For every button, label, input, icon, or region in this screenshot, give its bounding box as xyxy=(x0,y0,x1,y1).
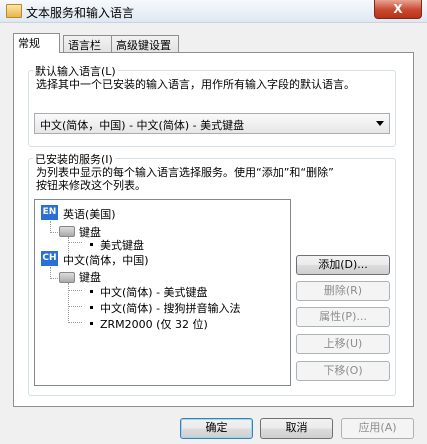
tree-node-ch-item-1[interactable]: 中文(简体) - 美式键盘 xyxy=(100,284,208,300)
apply-button[interactable]: 应用(A) xyxy=(341,418,414,439)
tree-line xyxy=(50,278,58,279)
bullet-icon xyxy=(90,290,93,293)
tree-line xyxy=(68,237,69,253)
tab-language-bar[interactable]: 语言栏 xyxy=(63,35,112,52)
bullet-icon xyxy=(90,322,93,325)
move-up-button[interactable]: 上移(U) xyxy=(296,334,390,354)
properties-button[interactable]: 属性(P)... xyxy=(296,307,390,327)
bullet-icon xyxy=(90,243,93,246)
default-language-value: 中文(简体，中国) - 中文(简体) - 美式键盘 xyxy=(40,119,245,132)
tree-node-en-language[interactable]: 英语(美国) xyxy=(63,206,116,222)
tree-line xyxy=(68,322,82,323)
title-bar[interactable]: 文本服务和输入语言 xyxy=(0,0,427,23)
tree-line xyxy=(68,290,82,291)
tree-node-en-keyboard[interactable]: 键盘 xyxy=(79,224,101,240)
tree-node-ch-language[interactable]: 中文(简体，中国) xyxy=(63,252,149,268)
keyboard-icon xyxy=(59,272,75,283)
installed-services-label: 已安装的服务(I) xyxy=(33,151,115,167)
tree-line xyxy=(68,242,82,243)
tab-general[interactable]: 常规 xyxy=(13,33,60,53)
default-language-label: 默认输入语言(L) xyxy=(33,63,118,79)
services-tree[interactable]: EN 英语(美国) 键盘 美式键盘 CH 中文(简体，中国) 键盘 中文(简体)… xyxy=(34,199,291,386)
close-button[interactable]: X xyxy=(374,0,422,19)
remove-button[interactable]: 删除(R) xyxy=(296,281,390,301)
tree-line xyxy=(68,283,69,323)
en-language-icon: EN xyxy=(41,205,58,220)
tree-node-ch-keyboard[interactable]: 键盘 xyxy=(79,269,101,285)
app-icon xyxy=(6,4,22,18)
cancel-button[interactable]: 取消 xyxy=(260,418,333,439)
window-title: 文本服务和输入语言 xyxy=(26,6,135,20)
chevron-down-icon xyxy=(376,121,384,126)
move-down-button[interactable]: 下移(O) xyxy=(296,361,390,381)
default-language-description: 选择其中一个已安装的输入语言，用作所有输入字段的默认语言。 xyxy=(36,78,355,91)
bullet-icon xyxy=(90,306,93,309)
tree-node-en-keyboard-item[interactable]: 美式键盘 xyxy=(100,237,144,253)
ch-language-icon: CH xyxy=(41,251,58,266)
tree-node-ch-item-2[interactable]: 中文(简体) - 搜狗拼音输入法 xyxy=(100,300,241,316)
installed-services-description-1: 为列表中显示的每个输入语言选择服务。使用“添加”和“删除” xyxy=(36,166,334,179)
tree-line xyxy=(68,306,82,307)
tab-advanced-key-settings[interactable]: 高级键设置 xyxy=(111,35,179,52)
tree-line xyxy=(50,232,58,233)
default-language-select[interactable]: 中文(简体，中国) - 中文(简体) - 美式键盘 xyxy=(34,113,390,134)
add-button[interactable]: 添加(D)... xyxy=(296,255,390,275)
installed-services-description-2: 按钮来修改这个列表。 xyxy=(36,179,146,192)
keyboard-icon xyxy=(59,226,75,237)
ok-button[interactable]: 确定 xyxy=(180,418,253,439)
tree-node-ch-item-3[interactable]: ZRM2000 (仅 32 位) xyxy=(100,316,208,332)
